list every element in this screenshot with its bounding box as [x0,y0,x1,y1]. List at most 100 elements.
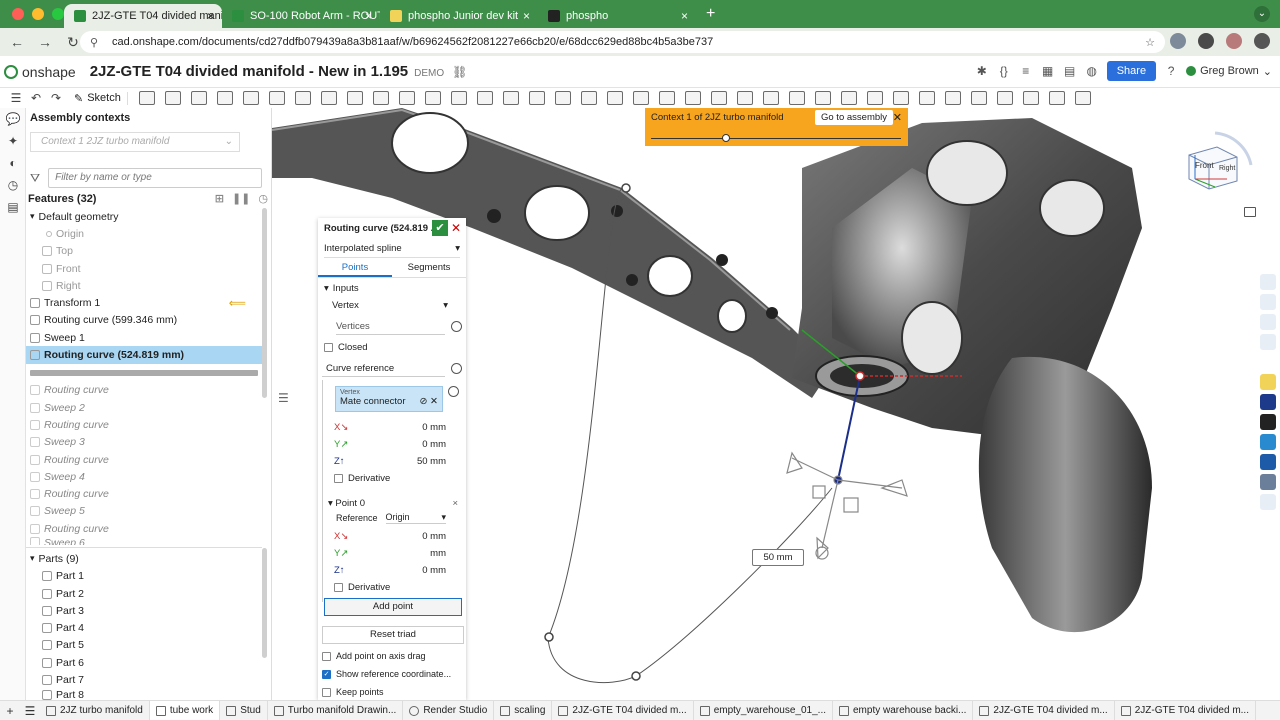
closed-row[interactable]: Closed [318,339,466,356]
point0-derivative-row[interactable]: Derivative [328,579,390,596]
reload-icon[interactable]: ↻ [66,34,80,51]
shell-icon[interactable] [372,91,389,105]
vertices-field[interactable]: Vertices [336,318,445,335]
tree-item-transform[interactable]: Transform 1 ⟸ [26,294,262,311]
clock-icon[interactable] [451,363,462,374]
context-slider-handle[interactable] [722,134,730,142]
pause-icon[interactable]: ❚❚ [232,192,250,205]
close-icon[interactable]: × [452,498,458,509]
clock-icon[interactable] [451,321,462,332]
timer-icon[interactable]: ◷ [258,192,268,205]
add-folder-icon[interactable]: ⊞ [215,192,224,205]
add-point-axis-drag-checkbox[interactable] [322,651,331,661]
tab-points[interactable]: Points [318,260,392,277]
close-icon[interactable]: ⊘ ✕ [419,396,438,407]
offset-surface-icon[interactable] [658,91,675,105]
browser-tab-phospho-kit[interactable]: phospho Junior dev kit × [380,4,538,28]
section-icon[interactable] [1048,91,1065,105]
code-icon[interactable]: {} [997,64,1011,78]
part-item[interactable]: Part 1 [26,568,262,585]
parts-group[interactable]: ▾ Parts (9) [26,550,262,567]
filter-icon[interactable]: ⛛ [30,171,40,186]
sheet-metal-icon[interactable] [892,91,909,105]
globe-icon[interactable]: ◍ [1085,64,1099,78]
go-to-assembly-button[interactable]: Go to assembly [815,110,893,125]
view-cube[interactable]: Front Right [1175,125,1255,205]
rollback-bar[interactable] [30,369,258,376]
tree-item-rolled[interactable]: Sweep 2 [26,399,262,416]
derivative-row[interactable]: Derivative [328,470,390,487]
show-reference-checkbox[interactable]: ✓ [322,669,331,679]
list-icon[interactable]: ≡ [1019,64,1033,78]
onshape-logo[interactable]: onshape [0,64,76,80]
tree-item-rolled[interactable]: Routing curve [26,451,262,468]
redo-icon[interactable]: ↷ [48,90,64,106]
2p-icon[interactable] [1074,91,1091,105]
tab-empty-warehouse[interactable]: empty_warehouse_01_... [694,700,833,720]
point0-x-field[interactable]: X↘ 0 mm [334,529,446,543]
tab-empty-warehouse-back[interactable]: empty warehouse backi... [833,700,974,720]
browser-menu-icon[interactable] [1254,33,1270,49]
tree-item-front[interactable]: Front [26,260,262,277]
add-tab-button[interactable]: + [0,704,20,718]
compass-app-icon[interactable] [1260,414,1276,430]
fillet-icon[interactable] [268,91,285,105]
tree-item-rolled[interactable]: Routing curve [26,416,262,433]
curve-point[interactable] [631,671,641,681]
tab-list-icon[interactable]: ☰ [20,704,40,718]
lightbulb-icon[interactable]: ✦ [0,130,26,152]
thicken-icon[interactable] [242,91,259,105]
tree-item-rolled[interactable]: Sweep 3 [26,434,262,451]
curve-point[interactable] [544,632,554,642]
curve-reference-field[interactable]: Curve reference [322,360,445,377]
curve-point[interactable] [621,183,631,193]
grid-icon[interactable]: ▦ [1041,64,1055,78]
rollback-arrow-icon[interactable]: ⟸ [229,296,246,310]
tab-2jz-divided-1[interactable]: 2JZ-GTE T04 divided m... [552,700,694,720]
tab-scaling[interactable]: scaling [494,700,553,720]
manipulator-triad[interactable] [786,451,908,560]
reference-select[interactable]: Origin ▾ [385,512,446,524]
show-reference-option[interactable]: ✓ Show reference coordinate... [322,667,451,681]
share-button[interactable]: Share [1106,61,1157,81]
dimension-input[interactable]: 50 mm [752,549,804,566]
part-item[interactable]: Part 5 [26,637,262,654]
add-app-icon[interactable] [1260,494,1276,510]
derivative-checkbox[interactable] [334,583,343,592]
surface-icon[interactable] [944,91,961,105]
close-tab-icon[interactable]: × [681,9,688,23]
view-cube-right[interactable]: Right [1219,165,1235,172]
appearance-panel-icon[interactable] [1260,274,1276,290]
revolve-icon[interactable] [164,91,181,105]
user-menu[interactable]: Greg Brown ⌄ [1186,65,1272,78]
extrude-icon[interactable] [138,91,155,105]
cancel-button[interactable]: ✕ [450,220,462,236]
plane-icon[interactable] [684,91,701,105]
add-point-button[interactable]: Add point [324,598,462,616]
part-item[interactable]: Part 8 [26,689,262,701]
keep-points-checkbox[interactable] [322,687,331,697]
close-banner-icon[interactable]: ✕ [893,111,902,124]
browser-tab-so100[interactable]: SO-100 Robot Arm - ROUTIN × [222,4,380,28]
tree-group-default-geometry[interactable]: ▾ Default geometry [26,208,262,225]
point0-z-field[interactable]: Z↑ 0 mm [334,563,446,577]
undo-icon[interactable]: ↶ [28,90,44,106]
mirror-icon[interactable] [450,91,467,105]
tree-item-rolled[interactable]: Sweep 5 [26,503,262,520]
derivative-checkbox[interactable] [334,474,343,483]
cube-icon[interactable] [996,91,1013,105]
draft-icon[interactable] [320,91,337,105]
x-coordinate-field[interactable]: X↘ 0 mm [334,420,446,434]
split-icon[interactable] [502,91,519,105]
bom-icon[interactable] [1260,334,1276,350]
profile-avatar-icon[interactable] [1226,33,1242,49]
feature-list-toggle-icon[interactable]: ☰ [8,90,24,106]
cube-app-icon[interactable] [1260,474,1276,490]
tree-item-routing-curve-1[interactable]: Routing curve (599.346 mm) [26,312,262,329]
tab-search-icon[interactable]: ⌄ [1254,6,1270,22]
assembly-context-select[interactable]: Context 1 2JZ turbo manifold ⌄ [30,132,240,152]
routing-curve-icon[interactable] [762,91,779,105]
part-item[interactable]: Part 6 [26,654,262,671]
close-window-button[interactable] [12,8,24,20]
comment-icon[interactable]: 💬 [0,108,26,130]
